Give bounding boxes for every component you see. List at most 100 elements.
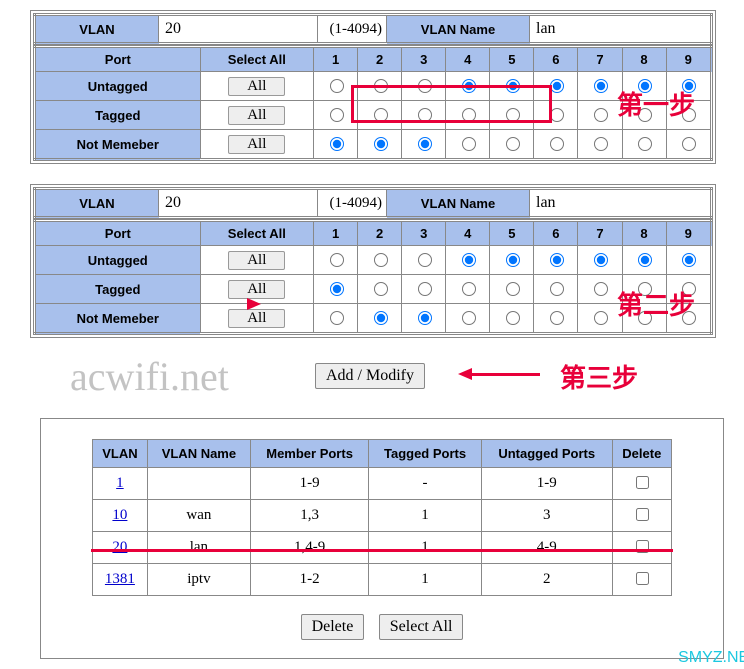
port-radio[interactable] <box>550 79 564 93</box>
port-radio[interactable] <box>330 253 344 267</box>
port-radio[interactable] <box>418 108 432 122</box>
port-radio[interactable] <box>418 137 432 151</box>
port-radio[interactable] <box>462 137 476 151</box>
port-radio[interactable] <box>330 137 344 151</box>
port-number: 9 <box>666 47 711 72</box>
port-radio[interactable] <box>418 311 432 325</box>
all-button[interactable]: All <box>228 251 285 270</box>
add-modify-button[interactable]: Add / Modify <box>315 363 425 389</box>
all-button[interactable]: All <box>228 280 285 299</box>
port-number: 2 <box>358 47 402 72</box>
port-radio[interactable] <box>638 137 652 151</box>
port-radio[interactable] <box>462 79 476 93</box>
port-radio[interactable] <box>550 282 564 296</box>
port-radio[interactable] <box>330 311 344 325</box>
table-header: Untagged Ports <box>481 440 612 468</box>
port-radio[interactable] <box>418 253 432 267</box>
port-radio[interactable] <box>374 137 388 151</box>
vlan-name-cell: lan <box>147 532 250 564</box>
untagged-ports-cell: 4-9 <box>481 532 612 564</box>
port-radio[interactable] <box>330 108 344 122</box>
port-radio[interactable] <box>462 311 476 325</box>
member-ports-cell: 1,3 <box>250 500 368 532</box>
port-radio[interactable] <box>550 311 564 325</box>
port-radio[interactable] <box>506 282 520 296</box>
port-radio[interactable] <box>462 253 476 267</box>
port-radio[interactable] <box>550 253 564 267</box>
vlan-config-block-1: VLAN (1-4094) VLAN Name PortSelect All12… <box>30 10 716 164</box>
vlan-name-cell: iptv <box>147 564 250 596</box>
port-radio[interactable] <box>374 282 388 296</box>
vlan-id-link[interactable]: 1 <box>116 475 124 491</box>
vlan-id-input[interactable] <box>163 18 317 40</box>
port-number: 1 <box>314 221 358 246</box>
port-radio[interactable] <box>594 253 608 267</box>
vlan-config-block-2: VLAN (1-4094) VLAN Name PortSelect All12… <box>30 184 716 338</box>
table-header: VLAN Name <box>147 440 250 468</box>
step1-label: 第一步 <box>617 85 695 122</box>
port-radio[interactable] <box>506 253 520 267</box>
port-radio[interactable] <box>638 253 652 267</box>
port-number: 6 <box>534 47 578 72</box>
member-ports-cell: 1-9 <box>250 468 368 500</box>
row-label: Untagged <box>35 72 201 101</box>
tagged-ports-cell: 1 <box>369 500 482 532</box>
vlan-id-link[interactable]: 10 <box>112 507 127 523</box>
all-button[interactable]: All <box>228 77 285 96</box>
all-button[interactable]: All <box>228 309 285 328</box>
port-number: 3 <box>402 47 446 72</box>
port-radio[interactable] <box>594 79 608 93</box>
smyz-watermark: SMYZ.NET <box>678 649 744 667</box>
port-radio[interactable] <box>594 108 608 122</box>
port-radio[interactable] <box>418 79 432 93</box>
port-radio[interactable] <box>506 108 520 122</box>
port-radio[interactable] <box>374 311 388 325</box>
arrow-step3 <box>470 373 540 376</box>
port-radio[interactable] <box>374 108 388 122</box>
vlan-name-input[interactable] <box>534 18 710 40</box>
port-radio[interactable] <box>506 311 520 325</box>
port-radio[interactable] <box>682 137 696 151</box>
port-radio[interactable] <box>374 79 388 93</box>
port-radio[interactable] <box>330 79 344 93</box>
arrow-step2 <box>247 298 261 310</box>
port-radio[interactable] <box>506 79 520 93</box>
vlan-id-link[interactable]: 20 <box>112 539 127 555</box>
tagged-ports-cell: 1 <box>369 532 482 564</box>
table-header: Delete <box>612 440 671 468</box>
select-all-button[interactable]: Select All <box>379 614 464 640</box>
port-radio[interactable] <box>330 282 344 296</box>
vlan-name-label: VLAN Name <box>387 15 530 44</box>
port-radio[interactable] <box>594 282 608 296</box>
step3-label: 第三步 <box>560 358 638 395</box>
all-button[interactable]: All <box>228 135 285 154</box>
port-radio[interactable] <box>594 311 608 325</box>
delete-button[interactable]: Delete <box>301 614 365 640</box>
port-radio[interactable] <box>682 253 696 267</box>
delete-checkbox[interactable] <box>636 572 649 585</box>
vlan-name-input[interactable] <box>534 192 710 214</box>
tagged-ports-cell: - <box>369 468 482 500</box>
port-radio[interactable] <box>462 108 476 122</box>
port-radio[interactable] <box>418 282 432 296</box>
step2-label: 第二步 <box>617 285 695 322</box>
port-number: 1 <box>314 47 358 72</box>
untagged-ports-cell: 2 <box>481 564 612 596</box>
port-radio[interactable] <box>374 253 388 267</box>
port-radio[interactable] <box>462 282 476 296</box>
vlan-id-link[interactable]: 1381 <box>105 571 135 587</box>
port-number: 6 <box>534 221 578 246</box>
port-radio[interactable] <box>550 108 564 122</box>
port-radio[interactable] <box>550 137 564 151</box>
arrow-head-step3 <box>458 368 472 380</box>
port-radio[interactable] <box>506 137 520 151</box>
vlan-range: (1-4094) <box>318 15 387 44</box>
all-button[interactable]: All <box>228 106 285 125</box>
vlan-summary-table: VLANVLAN NameMember PortsTagged PortsUnt… <box>92 439 672 596</box>
port-number: 5 <box>490 221 534 246</box>
port-radio[interactable] <box>594 137 608 151</box>
row-label: Not Memeber <box>35 304 201 334</box>
delete-checkbox[interactable] <box>636 476 649 489</box>
delete-checkbox[interactable] <box>636 508 649 521</box>
vlan-id-input[interactable] <box>163 192 317 214</box>
